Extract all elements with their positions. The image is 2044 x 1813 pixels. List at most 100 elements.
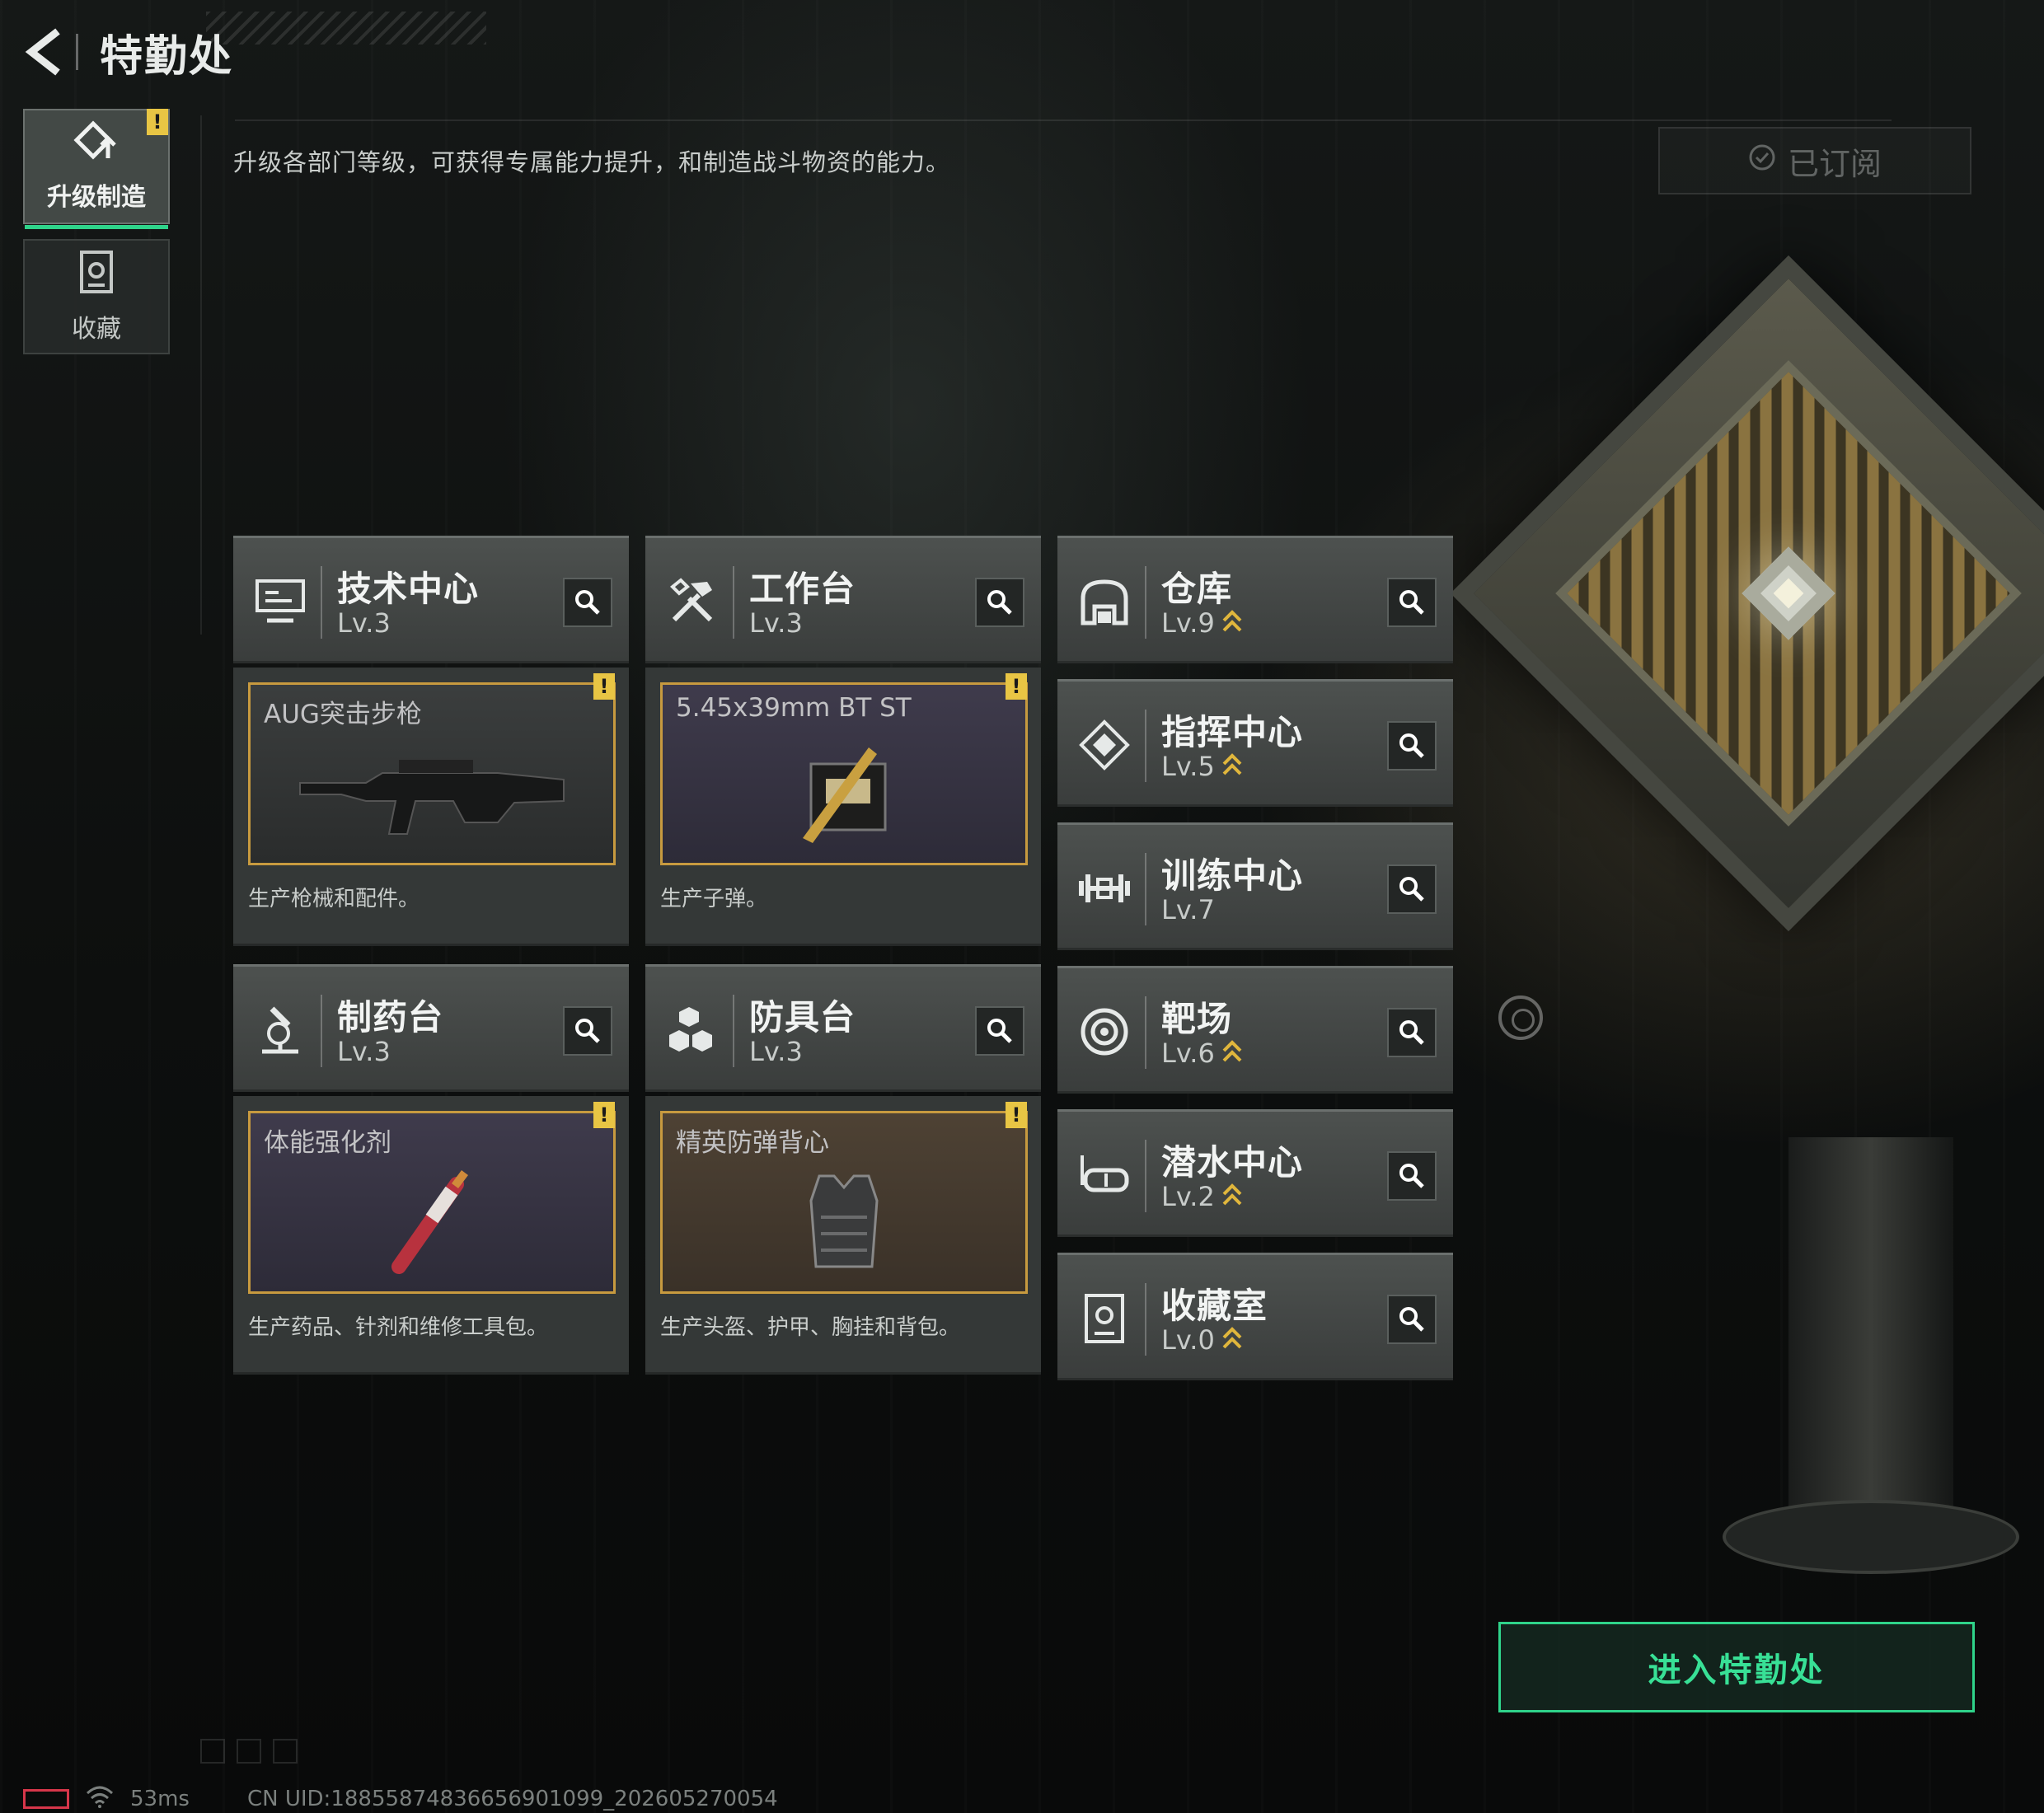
dept-body: 5.45x39mm BT ST ! 生产子弹。: [645, 668, 1041, 946]
craft-item-card[interactable]: AUG突击步枪 !: [248, 673, 616, 865]
upgrade-arrow-icon: [1221, 1039, 1243, 1070]
uid-text: CN UID:18855874836656901099_202605270054: [246, 1787, 778, 1811]
rifle-icon: [251, 730, 613, 855]
enter-special-ops-button[interactable]: 进入特勤处: [1498, 1622, 1975, 1712]
item-name: 体能强化剂: [264, 1128, 391, 1158]
dumbbell-icon: [1076, 860, 1133, 917]
dept-level: Lv.0: [1161, 1324, 1243, 1357]
item-description: 生产头盔、护甲、胸挂和背包。: [660, 1315, 961, 1340]
craft-item-card[interactable]: 精英防弹背心 !: [660, 1102, 1028, 1294]
dept-name: 技术中心: [337, 569, 480, 609]
microscope-icon: [251, 1001, 309, 1059]
separator: [1145, 1140, 1146, 1212]
divider: [200, 115, 202, 635]
search-button[interactable]: [975, 1006, 1024, 1056]
target-icon: [1076, 1003, 1133, 1061]
separator: [321, 566, 322, 639]
monitor-icon: [251, 573, 309, 630]
dept-level: Lv.3: [749, 1036, 803, 1067]
dept-armor-bench[interactable]: 防具台 Lv.3: [645, 964, 1041, 1092]
injector-icon: [251, 1159, 613, 1283]
separator: [1145, 710, 1146, 782]
target-marker-icon: [1498, 996, 1543, 1040]
battery-icon: [23, 1789, 69, 1809]
back-arrow-icon[interactable]: [23, 27, 64, 77]
alert-badge: !: [1006, 673, 1027, 700]
upgrade-icon: [73, 120, 120, 166]
sidebar-item-upgrade[interactable]: 升级制造 !: [23, 109, 170, 229]
upgrade-arrow-icon: [1221, 1183, 1243, 1214]
dept-level: Lv.7: [1161, 894, 1215, 925]
status-bar: 53ms CN UID:18855874836656901099_2026052…: [23, 1786, 778, 1811]
ping-value: 53ms: [130, 1787, 190, 1811]
dept-tech-center[interactable]: 技术中心 Lv.3: [233, 536, 629, 663]
page-description: 升级各部门等级，可获得专属能力提升，和制造战斗物资的能力。: [233, 148, 951, 176]
item-description: 生产药品、针剂和维修工具包。: [248, 1315, 549, 1340]
dept-pharmacy[interactable]: 制药台 Lv.3: [233, 964, 629, 1092]
dept-level: Lv.3: [337, 607, 391, 639]
header-divider: [235, 119, 1892, 121]
search-icon: [575, 590, 600, 615]
search-button[interactable]: [975, 578, 1024, 627]
background-pillar-base: [1723, 1500, 2019, 1574]
search-button[interactable]: [1387, 578, 1437, 627]
diving-mask-icon: [1076, 1146, 1133, 1204]
separator: [1145, 566, 1146, 639]
dept-name: 防具台: [749, 997, 856, 1038]
dept-warehouse[interactable]: 仓库 Lv.9: [1057, 536, 1453, 663]
background-cube: [1450, 247, 2044, 1121]
ammo-icon: [663, 730, 1025, 855]
dept-level: Lv.6: [1161, 1038, 1243, 1070]
dept-name: 潜水中心: [1161, 1142, 1304, 1183]
dept-level: Lv.3: [749, 607, 803, 639]
search-button[interactable]: [563, 578, 612, 627]
dept-workbench[interactable]: 工作台 Lv.3: [645, 536, 1041, 663]
dept-body: 体能强化剂 ! 生产药品、针剂和维修工具包。: [233, 1096, 629, 1375]
search-icon: [1399, 1307, 1424, 1332]
bottom-decoration: [200, 1739, 298, 1764]
alert-badge: !: [147, 109, 168, 135]
collection-icon: [77, 249, 116, 298]
sidebar-item-collection[interactable]: 收藏: [23, 239, 170, 354]
alert-badge: !: [1006, 1102, 1027, 1128]
search-button[interactable]: [1387, 1008, 1437, 1057]
separator: [1145, 1283, 1146, 1356]
dept-command-center[interactable]: 指挥中心 Lv.5: [1057, 679, 1453, 807]
dept-shooting-range[interactable]: 靶场 Lv.6: [1057, 966, 1453, 1094]
item-description: 生产子弹。: [660, 887, 768, 911]
warehouse-icon: [1076, 573, 1133, 630]
dept-collection-room[interactable]: 收藏室 Lv.0: [1057, 1253, 1453, 1380]
dept-body: 精英防弹背心 ! 生产头盔、护甲、胸挂和背包。: [645, 1096, 1041, 1375]
dept-name: 收藏室: [1161, 1286, 1268, 1326]
command-icon: [1076, 716, 1133, 774]
separator: [733, 995, 734, 1067]
search-icon: [1399, 877, 1424, 902]
active-indicator: [25, 225, 168, 229]
dept-name: 仓库: [1161, 569, 1233, 609]
item-description: 生产枪械和配件。: [248, 887, 420, 911]
search-icon: [987, 1019, 1012, 1043]
dept-training-center[interactable]: 训练中心 Lv.7: [1057, 822, 1453, 950]
subscribed-button[interactable]: 已订阅: [1658, 127, 1971, 194]
search-button[interactable]: [563, 1006, 612, 1056]
separator: [733, 566, 734, 639]
subscribed-label: 已订阅: [1787, 145, 1882, 182]
dept-diving-center[interactable]: 潜水中心 Lv.2: [1057, 1109, 1453, 1237]
separator: [1145, 853, 1146, 925]
search-button[interactable]: [1387, 1151, 1437, 1201]
alert-badge: !: [593, 1102, 615, 1128]
search-icon: [1399, 733, 1424, 758]
dept-level: Lv.2: [1161, 1181, 1243, 1214]
search-button[interactable]: [1387, 1295, 1437, 1344]
search-icon: [575, 1019, 600, 1043]
separator: [1145, 996, 1146, 1069]
search-button[interactable]: [1387, 721, 1437, 771]
header: 特勤处: [23, 23, 233, 82]
craft-item-card[interactable]: 体能强化剂 !: [248, 1102, 616, 1294]
search-button[interactable]: [1387, 864, 1437, 914]
dept-level: Lv.3: [337, 1036, 391, 1067]
tools-icon: [663, 573, 721, 630]
craft-item-card[interactable]: 5.45x39mm BT ST !: [660, 673, 1028, 865]
sidebar-item-label: 升级制造: [47, 183, 146, 212]
item-name: AUG突击步枪: [264, 700, 422, 729]
